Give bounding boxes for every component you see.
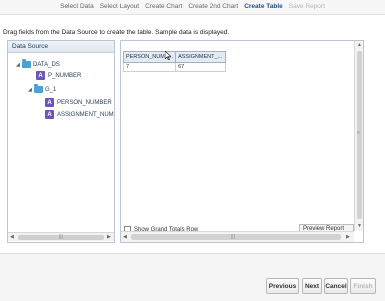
column-header-assignment[interactable]: ASSIGNMENT_... — [175, 51, 227, 63]
tree-node-label: DATA_DS — [33, 61, 60, 68]
tree-node-label: G_1 — [45, 86, 57, 93]
data-source-header: Data Source — [8, 41, 114, 53]
table-cell: 7 — [122, 62, 177, 72]
previous-button[interactable]: Previous — [266, 278, 299, 294]
scroll-grip-icon: ≡ — [357, 130, 360, 136]
scroll-grip-icon: ||| — [59, 234, 63, 240]
data-source-panel: Data Source ◢ DATA_DS A P_NUMBER ◢ G_1 A… — [7, 40, 115, 243]
canvas-vertical-scrollbar[interactable]: ▲ ≡ ▼ — [354, 41, 363, 231]
step-select-data[interactable]: Select Data — [60, 3, 94, 13]
wizard-steps: Select Data Select Layout Create Chart C… — [0, 3, 385, 13]
folder-icon — [22, 59, 31, 68]
scroll-left-icon[interactable]: ◀ — [10, 234, 14, 240]
tree-node-p-number[interactable]: A P_NUMBER — [36, 70, 81, 81]
tree-node-g-1[interactable]: ◢ G_1 — [28, 84, 56, 95]
attribute-icon: A — [36, 71, 45, 80]
scroll-down-icon[interactable]: ▼ — [357, 223, 362, 229]
finish-button: Finish — [350, 278, 376, 294]
scroll-up-icon[interactable]: ▲ — [357, 42, 362, 48]
sample-table: PERSON_NUMB... ASSIGNMENT_... 7 67 — [122, 51, 227, 72]
cancel-button[interactable]: Cancel — [324, 278, 348, 294]
table-cell: 67 — [175, 62, 227, 72]
tree-node-label: ASSIGNMENT_NUM — [57, 111, 114, 118]
next-button[interactable]: Next — [302, 278, 322, 294]
tree-node-label: PERSON_NUMBER — [57, 99, 112, 106]
step-create-2nd-chart[interactable]: Create 2nd Chart — [188, 3, 238, 13]
scroll-right-icon[interactable]: ▶ — [346, 234, 350, 240]
scroll-right-icon[interactable]: ▶ — [107, 234, 111, 240]
attribute-icon: A — [45, 110, 54, 119]
instruction-text: Drag fields from the Data Source to crea… — [3, 29, 230, 36]
attribute-icon: A — [45, 98, 54, 107]
canvas-horizontal-scrollbar[interactable]: ◀ ||| ▶ — [121, 231, 354, 242]
step-create-table[interactable]: Create Table — [244, 3, 283, 13]
tree-node-label: P_NUMBER — [48, 72, 82, 79]
step-create-chart[interactable]: Create Chart — [145, 3, 182, 13]
step-select-layout[interactable]: Select Layout — [100, 3, 139, 13]
left-horizontal-scrollbar[interactable]: ◀ ||| ▶ — [8, 232, 114, 241]
scroll-left-icon[interactable]: ◀ — [123, 234, 127, 240]
tree-node-assignment-num[interactable]: A ASSIGNMENT_NUM — [45, 109, 114, 120]
scrollbar-thumb[interactable] — [131, 234, 341, 240]
tree-node-data-ds[interactable]: ◢ DATA_DS — [16, 59, 60, 70]
folder-icon — [34, 84, 43, 93]
tree-node-person-number[interactable]: A PERSON_NUMBER — [45, 97, 112, 108]
table-row: 7 67 — [122, 62, 227, 72]
step-save-report: Save Report — [288, 3, 325, 10]
table-canvas[interactable]: PERSON_NUMB... ASSIGNMENT_... 7 67 ▲ ≡ ▼… — [120, 40, 364, 243]
mouse-pointer-icon — [165, 51, 171, 60]
scroll-grip-icon: ||| — [231, 234, 235, 240]
